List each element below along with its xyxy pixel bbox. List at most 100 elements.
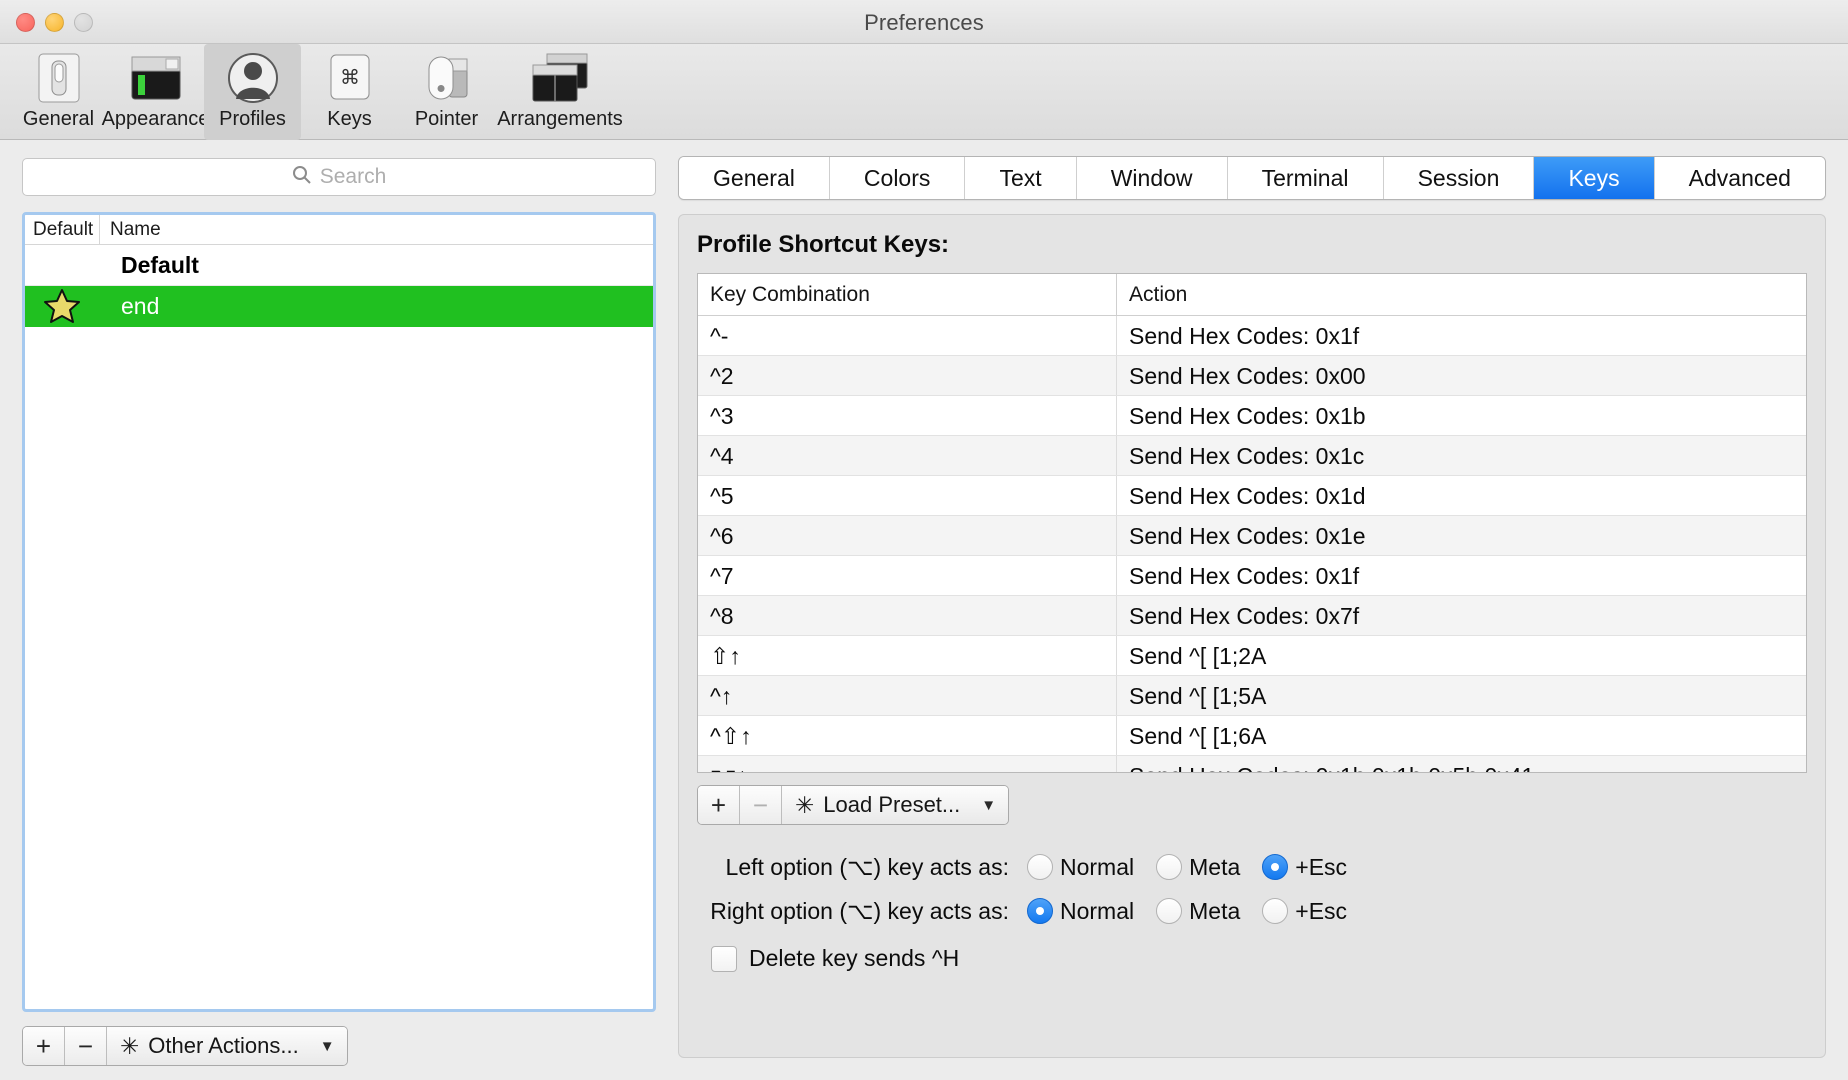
table-row[interactable]: ^6 Send Hex Codes: 0x1e <box>698 516 1806 556</box>
delete-key-checkbox-row[interactable]: Delete key sends ^H <box>697 945 1807 972</box>
radio-icon <box>1262 854 1288 880</box>
gear-icon: ✳ <box>795 792 814 819</box>
toolbar-item-arrangements-label: Arrangements <box>497 108 623 131</box>
key-combination-cell: ⇧↑ <box>698 636 1116 675</box>
toolbar-item-general-label: General <box>23 108 94 131</box>
title-bar: Preferences <box>0 0 1848 44</box>
key-combination-cell: ^7 <box>698 556 1116 595</box>
action-cell: Send Hex Codes: 0x1f <box>1116 556 1806 595</box>
table-row[interactable]: ^3 Send Hex Codes: 0x1b <box>698 396 1806 436</box>
radio-icon <box>1156 854 1182 880</box>
right-option-normal-radio[interactable]: Normal <box>1027 898 1134 925</box>
key-combination-cell: ^- <box>698 316 1116 355</box>
table-row[interactable]: ^- Send Hex Codes: 0x1f <box>698 316 1806 356</box>
table-row[interactable]: ^5 Send Hex Codes: 0x1d <box>698 476 1806 516</box>
svg-text:⌘: ⌘ <box>340 67 360 89</box>
left-option-normal-label: Normal <box>1060 854 1134 881</box>
radio-icon <box>1027 898 1053 924</box>
right-option-label: Right option (⌥) key acts as: <box>697 898 1027 925</box>
table-row[interactable]: ^8 Send Hex Codes: 0x7f <box>698 596 1806 636</box>
column-header-key-combination[interactable]: Key Combination <box>698 274 1116 315</box>
toolbar-item-keys-label: Keys <box>327 108 371 131</box>
other-actions-label: Other Actions... <box>148 1033 298 1059</box>
action-cell: Send ^[ [1;5A <box>1116 676 1806 715</box>
keys-panel: Profile Shortcut Keys: Key Combination A… <box>678 214 1826 1058</box>
radio-icon <box>1156 898 1182 924</box>
add-shortcut-button[interactable]: + <box>698 786 740 824</box>
tab-keys[interactable]: Keys <box>1534 157 1654 199</box>
toolbar-item-pointer-label: Pointer <box>415 108 478 131</box>
table-row[interactable]: ^7 Send Hex Codes: 0x1f <box>698 556 1806 596</box>
table-row[interactable]: ⇧↑ Send ^[ [1;2A <box>698 636 1806 676</box>
profiles-list-header: Default Name <box>25 215 653 245</box>
page-title: Profile Shortcut Keys: <box>697 231 1807 259</box>
window-body: Search Default Name Default <box>0 140 1848 1080</box>
key-combination-cell: ^5 <box>698 476 1116 515</box>
toolbar-item-pointer[interactable]: Pointer <box>398 44 495 140</box>
left-option-meta-label: Meta <box>1189 854 1240 881</box>
key-combination-cell: ^2 <box>698 356 1116 395</box>
toolbar-item-keys[interactable]: ⌘ Keys <box>301 44 398 140</box>
key-combination-cell: ^↑ <box>698 676 1116 715</box>
action-cell: Send ^[ [1;6A <box>1116 716 1806 755</box>
toolbar-item-profiles[interactable]: Profiles <box>204 44 301 140</box>
action-cell: Send Hex Codes: 0x00 <box>1116 356 1806 395</box>
remove-shortcut-button[interactable]: − <box>740 786 782 824</box>
toolbar-item-appearance[interactable]: Appearance <box>107 44 204 140</box>
profiles-sidebar: Search Default Name Default <box>0 140 672 1080</box>
table-row[interactable]: ^4 Send Hex Codes: 0x1c <box>698 436 1806 476</box>
action-cell: Send ^[ [1;2A <box>1116 636 1806 675</box>
table-row[interactable]: ^⇧↑ Send ^[ [1;6A <box>698 716 1806 756</box>
search-input[interactable]: Search <box>22 158 656 196</box>
column-header-default[interactable]: Default <box>25 215 99 244</box>
key-combination-cell: ^3 <box>698 396 1116 435</box>
right-option-esc-radio[interactable]: +Esc <box>1262 898 1347 925</box>
left-option-row: Left option (⌥) key acts as: Normal Meta <box>697 847 1807 887</box>
tab-window[interactable]: Window <box>1077 157 1228 199</box>
profile-row-end[interactable]: end <box>25 286 653 327</box>
table-row[interactable]: ⌥↑ Send Hex Codes: 0x1b 0x1b 0x5b 0x41 <box>698 756 1806 773</box>
left-option-meta-radio[interactable]: Meta <box>1156 854 1240 881</box>
chevron-down-icon: ▼ <box>981 797 996 814</box>
tab-terminal[interactable]: Terminal <box>1228 157 1384 199</box>
right-option-meta-radio[interactable]: Meta <box>1156 898 1240 925</box>
tab-text[interactable]: Text <box>965 157 1076 199</box>
chevron-down-icon: ▼ <box>320 1038 335 1055</box>
profile-tabbar: General Colors Text Window Terminal Sess… <box>678 156 1826 200</box>
toolbar-item-appearance-label: Appearance <box>102 108 210 131</box>
toolbar-item-arrangements[interactable]: Arrangements <box>495 44 625 140</box>
keys-icon: ⌘ <box>326 50 374 106</box>
action-cell: Send Hex Codes: 0x1d <box>1116 476 1806 515</box>
checkbox-icon[interactable] <box>711 946 737 972</box>
remove-profile-button[interactable]: − <box>65 1027 107 1065</box>
tab-general[interactable]: General <box>679 157 830 199</box>
other-actions-popup[interactable]: ✳ Other Actions... ▼ <box>107 1027 347 1065</box>
left-option-esc-radio[interactable]: +Esc <box>1262 854 1347 881</box>
profile-name: Default <box>99 252 653 279</box>
radio-icon <box>1262 898 1288 924</box>
table-row[interactable]: ^2 Send Hex Codes: 0x00 <box>698 356 1806 396</box>
tab-session[interactable]: Session <box>1384 157 1535 199</box>
toolbar-item-general[interactable]: General <box>10 44 107 140</box>
profiles-list[interactable]: Default Name Default end <box>22 212 656 1012</box>
right-option-row: Right option (⌥) key acts as: Normal Met… <box>697 891 1807 931</box>
profile-row-default[interactable]: Default <box>25 245 653 286</box>
column-header-action[interactable]: Action <box>1116 274 1806 315</box>
column-header-name[interactable]: Name <box>99 215 653 244</box>
tab-advanced[interactable]: Advanced <box>1655 157 1825 199</box>
pointer-icon <box>421 50 473 106</box>
radio-icon <box>1027 854 1053 880</box>
key-combination-cell: ^6 <box>698 516 1116 555</box>
right-option-normal-label: Normal <box>1060 898 1134 925</box>
search-icon <box>292 165 312 190</box>
left-option-esc-label: +Esc <box>1295 854 1347 881</box>
default-star-cell[interactable] <box>25 288 99 324</box>
preferences-window: Preferences General <box>0 0 1848 1080</box>
add-profile-button[interactable]: + <box>23 1027 65 1065</box>
shortcut-keys-table[interactable]: Key Combination Action ^- Send Hex Codes… <box>697 273 1807 773</box>
tab-colors[interactable]: Colors <box>830 157 966 199</box>
table-header-row: Key Combination Action <box>698 274 1806 316</box>
left-option-normal-radio[interactable]: Normal <box>1027 854 1134 881</box>
table-row[interactable]: ^↑ Send ^[ [1;5A <box>698 676 1806 716</box>
load-preset-popup[interactable]: ✳ Load Preset... ▼ <box>782 786 1008 824</box>
